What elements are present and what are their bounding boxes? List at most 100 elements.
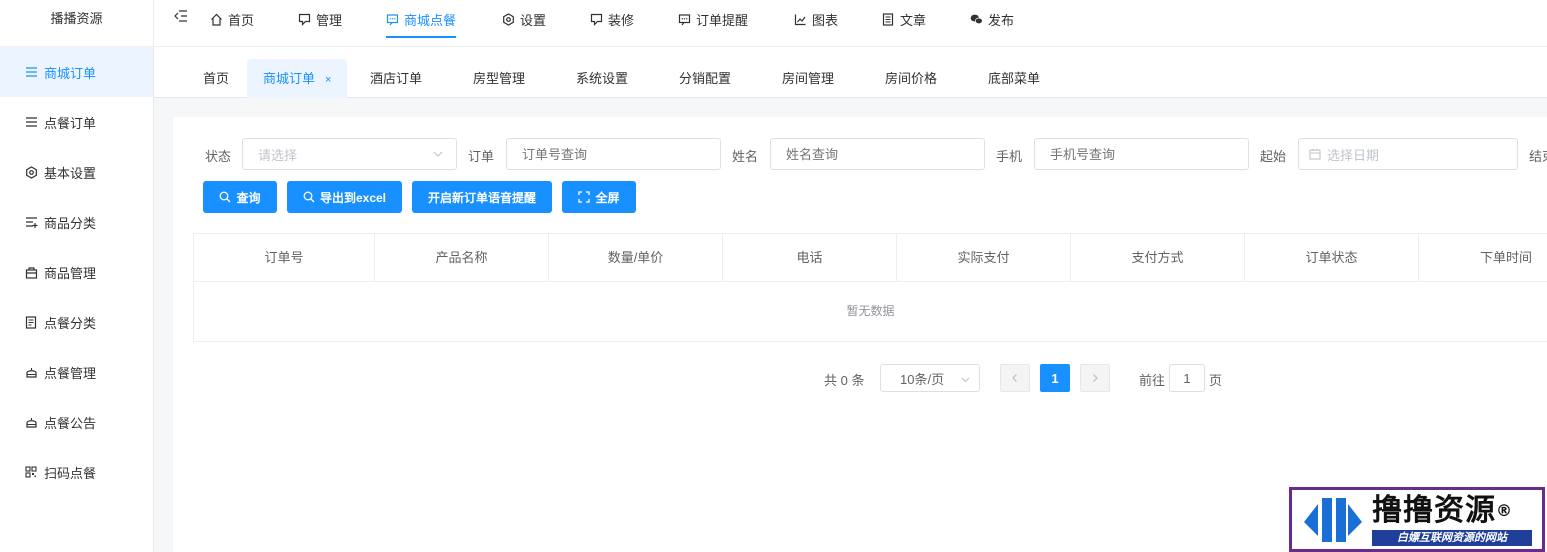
nav-label: 首页: [228, 12, 255, 28]
settings-hex-icon: [24, 165, 38, 179]
list-icon: [24, 65, 38, 79]
tab-bottom-menu[interactable]: 底部菜单: [988, 59, 1040, 98]
watermark-title: 撸撸资源®: [1372, 492, 1532, 528]
prev-page-button[interactable]: [1000, 364, 1030, 392]
nav-articles[interactable]: 文章: [882, 0, 926, 38]
chevron-right-icon: [1090, 371, 1100, 386]
search-icon: [303, 191, 315, 203]
brand-title: 播播资源: [0, 0, 153, 47]
tab-mall-orders[interactable]: 商城订单 ×: [247, 59, 348, 98]
nav-charts[interactable]: 图表: [794, 0, 838, 38]
phone-input[interactable]: [1034, 138, 1249, 170]
sidebar-item-product-management[interactable]: 商品管理: [0, 247, 153, 297]
sidebar-item-meal-category[interactable]: 点餐分类: [0, 297, 153, 347]
sidebar-item-label: 商品分类: [44, 215, 97, 231]
export-button-label: 导出到excel: [319, 190, 387, 205]
empty-text: 暂无数据: [846, 304, 895, 318]
sidebar-item-basic-settings[interactable]: 基本设置: [0, 147, 153, 197]
goto-page-input[interactable]: 1: [1169, 364, 1205, 392]
sidebar-item-mall-orders[interactable]: 商城订单: [0, 47, 153, 97]
sidebar-item-meal-management[interactable]: 点餐管理: [0, 347, 153, 397]
shop-icon: [24, 265, 38, 279]
sidebar-item-label: 点餐分类: [44, 315, 97, 331]
column-phone: 电话: [723, 234, 897, 281]
name-input[interactable]: [770, 138, 985, 170]
nav-label: 装修: [608, 12, 635, 28]
tab-room-price[interactable]: 房间价格: [885, 59, 937, 98]
voice-reminder-button[interactable]: 开启新订单语音提醒: [412, 181, 552, 213]
sidebar-item-label: 点餐订单: [44, 115, 97, 131]
fullscreen-button[interactable]: 全屏: [562, 181, 636, 213]
sidebar-item-label: 基本设置: [44, 165, 97, 181]
sidebar-item-label: 商城订单: [44, 65, 97, 81]
sidebar-item-meal-orders[interactable]: 点餐订单: [0, 97, 153, 147]
page-size-select[interactable]: 10条/页: [880, 364, 980, 392]
start-date-picker[interactable]: 选择日期: [1298, 138, 1518, 170]
fullscreen-icon: [578, 191, 591, 203]
sidebar-item-scan-order[interactable]: 扫码点餐: [0, 447, 153, 497]
nav-settings[interactable]: 设置: [502, 0, 546, 38]
phone-label: 手机: [996, 149, 1023, 164]
page-number-current[interactable]: 1: [1040, 364, 1070, 392]
page-suffix: 页: [1209, 373, 1223, 388]
message-icon: [678, 13, 691, 26]
document-icon: [24, 315, 38, 329]
list-icon: [24, 115, 38, 129]
article-icon: [882, 12, 895, 26]
nav-label: 管理: [316, 12, 343, 28]
gear-icon: [502, 12, 515, 26]
goto-label: 前往: [1139, 373, 1166, 388]
nav-home[interactable]: 首页: [210, 0, 254, 38]
tab-distribution[interactable]: 分销配置: [679, 59, 731, 98]
nav-order-reminder[interactable]: 订单提醒: [678, 0, 748, 38]
collapse-menu-icon[interactable]: [174, 10, 188, 24]
tab-room-type[interactable]: 房型管理: [473, 59, 525, 98]
nav-manage[interactable]: 管理: [298, 0, 342, 38]
nav-publish[interactable]: 发布: [970, 0, 1014, 38]
column-order-status: 订单状态: [1245, 234, 1419, 281]
table-body: 暂无数据: [193, 281, 1547, 342]
nav-label: 图表: [812, 12, 839, 28]
column-order-number: 订单号: [194, 234, 375, 281]
nav-decorate[interactable]: 装修: [590, 0, 634, 38]
tab-room-management[interactable]: 房间管理: [782, 59, 834, 98]
sidebar-item-label: 点餐公告: [44, 415, 97, 431]
wechat-icon: [970, 13, 983, 26]
chat-square-icon: [298, 13, 311, 26]
search-icon: [219, 191, 231, 203]
nav-label: 文章: [900, 12, 927, 28]
sidebar-item-label: 扫码点餐: [44, 465, 97, 481]
sidebar-item-label: 商品管理: [44, 265, 97, 281]
query-button-label: 查询: [236, 190, 261, 205]
nav-label: 订单提醒: [696, 12, 749, 28]
column-quantity-price: 数量/单价: [549, 234, 723, 281]
watermark-emblem-icon: [1304, 497, 1362, 542]
sidebar-item-label: 点餐管理: [44, 365, 97, 381]
watermark-main-text: 撸撸资源: [1372, 492, 1496, 528]
status-placeholder: 请选择: [258, 147, 298, 163]
nav-mall-meal[interactable]: 商城点餐: [386, 0, 457, 38]
query-button[interactable]: 查询: [203, 181, 277, 213]
export-excel-button[interactable]: 导出到excel: [287, 181, 402, 213]
line-chart-icon: [794, 13, 807, 26]
chevron-left-icon: [1010, 371, 1020, 386]
column-actual-payment: 实际支付: [897, 234, 1071, 281]
tab-system-settings[interactable]: 系统设置: [576, 59, 628, 98]
tab-hotel-orders[interactable]: 酒店订单: [370, 59, 422, 98]
home-icon: [210, 13, 223, 26]
chevron-down-icon: [432, 148, 444, 160]
status-select[interactable]: 请选择: [242, 138, 457, 170]
nav-label: 设置: [520, 12, 547, 28]
chevron-down-icon: [960, 373, 971, 384]
message-icon: [386, 13, 399, 26]
tab-home[interactable]: 首页: [203, 59, 229, 98]
order-number-input[interactable]: [506, 138, 721, 170]
next-page-button[interactable]: [1080, 364, 1110, 392]
tabs-bar: 首页 商城订单 × 酒店订单 房型管理 系统设置 分销配置 房间管理 房间价格 底…: [154, 47, 1547, 98]
sidebar-item-meal-notice[interactable]: 点餐公告: [0, 397, 153, 447]
sidebar: 播播资源 商城订单 点餐订单 基本设置 商品分类 商品管理 点餐分类 点餐管理 …: [0, 0, 154, 552]
sidebar-item-product-category[interactable]: 商品分类: [0, 197, 153, 247]
start-date-placeholder: 选择日期: [1327, 147, 1380, 163]
tab-close-icon[interactable]: ×: [325, 74, 331, 86]
cake-icon: [24, 415, 38, 429]
